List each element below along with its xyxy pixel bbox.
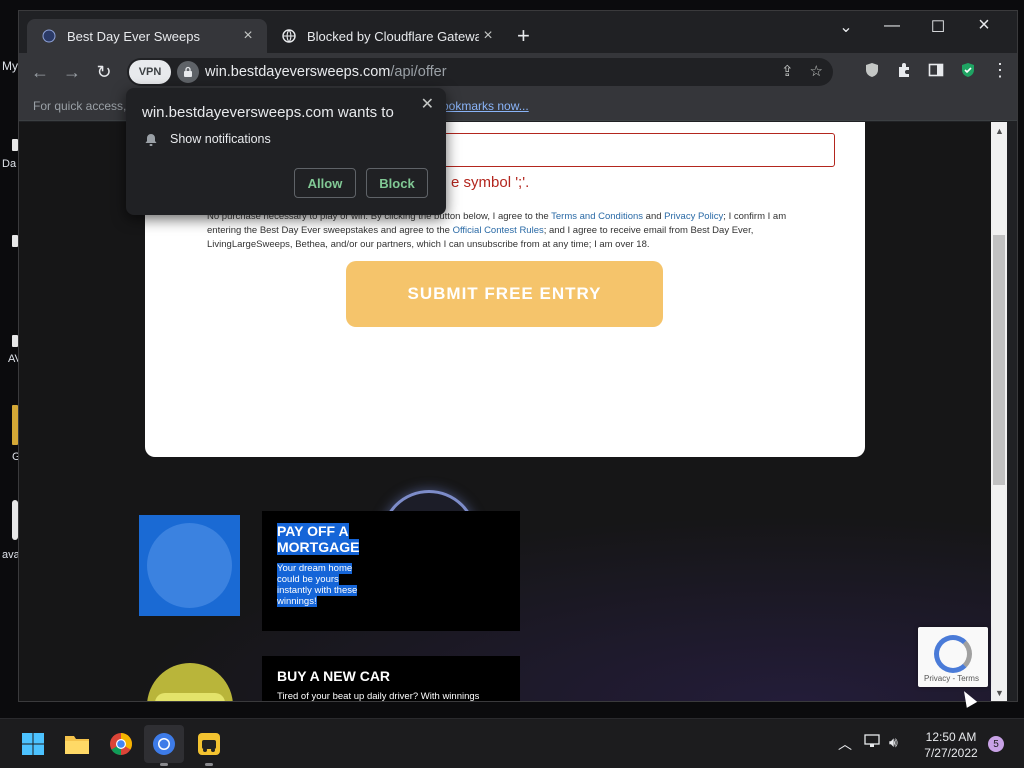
chrome-profile-icon[interactable] bbox=[151, 731, 177, 757]
side-panel-icon[interactable] bbox=[927, 60, 945, 80]
windows-start-icon[interactable] bbox=[20, 731, 46, 757]
close-window-button[interactable]: × bbox=[961, 14, 1007, 37]
promo-title: BUY A NEW CAR bbox=[277, 668, 391, 684]
recaptcha-badge[interactable]: Privacy - Terms bbox=[918, 627, 988, 687]
promo-description: Tired of your beat up daily driver? With… bbox=[277, 691, 480, 702]
close-tab-icon[interactable]: × bbox=[479, 27, 497, 45]
share-icon[interactable]: ⇪ bbox=[781, 62, 794, 80]
promo-title: PAY OFF A MORTGAGE bbox=[277, 523, 360, 555]
clock-time: 12:50 AM bbox=[925, 730, 977, 744]
permission-label: Show notifications bbox=[170, 132, 271, 146]
notification-badge[interactable]: 5 bbox=[988, 736, 1004, 752]
permission-item: Show notifications bbox=[144, 132, 271, 146]
new-tab-button[interactable]: + bbox=[517, 25, 530, 47]
file-explorer-icon[interactable] bbox=[64, 731, 90, 757]
promo-description: Your dream home could be yours instantly… bbox=[277, 563, 358, 607]
vpn-badge[interactable]: VPN bbox=[129, 60, 171, 84]
block-button[interactable]: Block bbox=[366, 168, 428, 198]
bell-icon bbox=[144, 132, 158, 146]
desktop-icon-label: Da bbox=[2, 158, 17, 170]
page-scrollbar[interactable]: ▲ ▼ bbox=[991, 122, 1007, 701]
tab-title: Best Day Ever Sweeps bbox=[67, 28, 200, 44]
promo-card-mortgage[interactable]: PAY OFF A MORTGAGE Your dream home could … bbox=[262, 511, 520, 631]
show-hidden-icons-chevron[interactable]: ︿ bbox=[838, 734, 852, 754]
email-field[interactable] bbox=[425, 133, 835, 167]
address-bar[interactable]: VPN win.bestdayeversweeps.com/api/offer … bbox=[127, 58, 833, 86]
scroll-down-arrow[interactable]: ▼ bbox=[995, 688, 1004, 698]
extensions-puzzle-icon[interactable] bbox=[895, 60, 913, 80]
volume-icon[interactable]: 🔊︎ bbox=[889, 734, 898, 751]
taskbar: ︿ 🔊︎ 12:50 AM 7/27/2022 5 bbox=[0, 718, 1024, 768]
tab-blocked-by-cloudflare[interactable]: Blocked by Cloudflare Gateway × bbox=[267, 19, 507, 53]
bookmark-star-icon[interactable]: ☆ bbox=[810, 62, 823, 80]
maximize-button[interactable]: ☐ bbox=[915, 17, 961, 37]
network-icon[interactable] bbox=[864, 734, 880, 751]
globe-icon bbox=[281, 28, 297, 44]
tab-best-day-ever-sweeps[interactable]: Best Day Ever Sweeps × bbox=[27, 19, 267, 53]
validation-error: e symbol ';'. bbox=[451, 174, 530, 191]
back-button[interactable]: ← bbox=[29, 61, 51, 83]
recaptcha-icon bbox=[934, 635, 972, 673]
tab-search-icon[interactable]: ⌄ bbox=[823, 17, 869, 37]
reload-button[interactable]: ↻ bbox=[93, 61, 115, 83]
import-bookmarks-link[interactable]: ookmarks now... bbox=[442, 99, 529, 113]
toolbar: ← → ↻ VPN win.bestdayeversweeps.com/api/… bbox=[19, 53, 1017, 91]
bookmarks-hint: For quick access, p bbox=[33, 99, 137, 113]
close-icon[interactable]: ✕ bbox=[421, 94, 434, 114]
official-rules-link[interactable]: Official Contest Rules bbox=[453, 225, 544, 236]
site-logo-icon bbox=[41, 28, 57, 44]
menu-kebab-icon[interactable]: ⋮ bbox=[991, 60, 1009, 80]
recaptcha-links[interactable]: Privacy - Terms bbox=[924, 674, 979, 683]
security-shield-icon[interactable] bbox=[959, 60, 977, 80]
minimize-button[interactable]: — bbox=[869, 17, 915, 35]
permission-title: win.bestdayeversweeps.com wants to bbox=[142, 104, 394, 121]
tab-strip: Best Day Ever Sweeps × Blocked by Cloudf… bbox=[19, 11, 1017, 53]
running-indicator bbox=[205, 763, 213, 766]
allow-button[interactable]: Allow bbox=[294, 168, 356, 198]
adblock-extension-icon[interactable] bbox=[863, 60, 881, 80]
terms-link[interactable]: Terms and Conditions bbox=[551, 211, 643, 222]
privacy-policy-link[interactable]: Privacy Policy bbox=[664, 211, 723, 222]
chrome-icon[interactable] bbox=[108, 731, 134, 757]
desktop-icon-label: My bbox=[2, 59, 18, 73]
scroll-thumb[interactable] bbox=[993, 235, 1005, 485]
system-clock[interactable]: 12:50 AM 7/27/2022 bbox=[918, 729, 984, 761]
promo-card-car[interactable]: BUY A NEW CAR Tired of your beat up dail… bbox=[262, 656, 520, 702]
url-text: win.bestdayeversweeps.com/api/offer bbox=[205, 64, 447, 80]
tab-title: Blocked by Cloudflare Gateway bbox=[307, 28, 479, 44]
submit-entry-button[interactable]: SUBMIT FREE ENTRY bbox=[346, 261, 663, 327]
clock-date: 7/27/2022 bbox=[924, 746, 978, 760]
forward-button[interactable]: → bbox=[61, 61, 83, 83]
legal-disclaimer: No purchase necessary to play or win. By… bbox=[207, 211, 787, 250]
running-indicator bbox=[160, 763, 168, 766]
close-tab-icon[interactable]: × bbox=[239, 27, 257, 45]
notification-permission-popup: win.bestdayeversweeps.com wants to ✕ Sho… bbox=[126, 88, 446, 215]
house-image bbox=[139, 515, 240, 616]
taxi-app-icon[interactable] bbox=[196, 731, 222, 757]
lock-icon[interactable] bbox=[177, 61, 199, 83]
scroll-up-arrow[interactable]: ▲ bbox=[995, 126, 1004, 136]
